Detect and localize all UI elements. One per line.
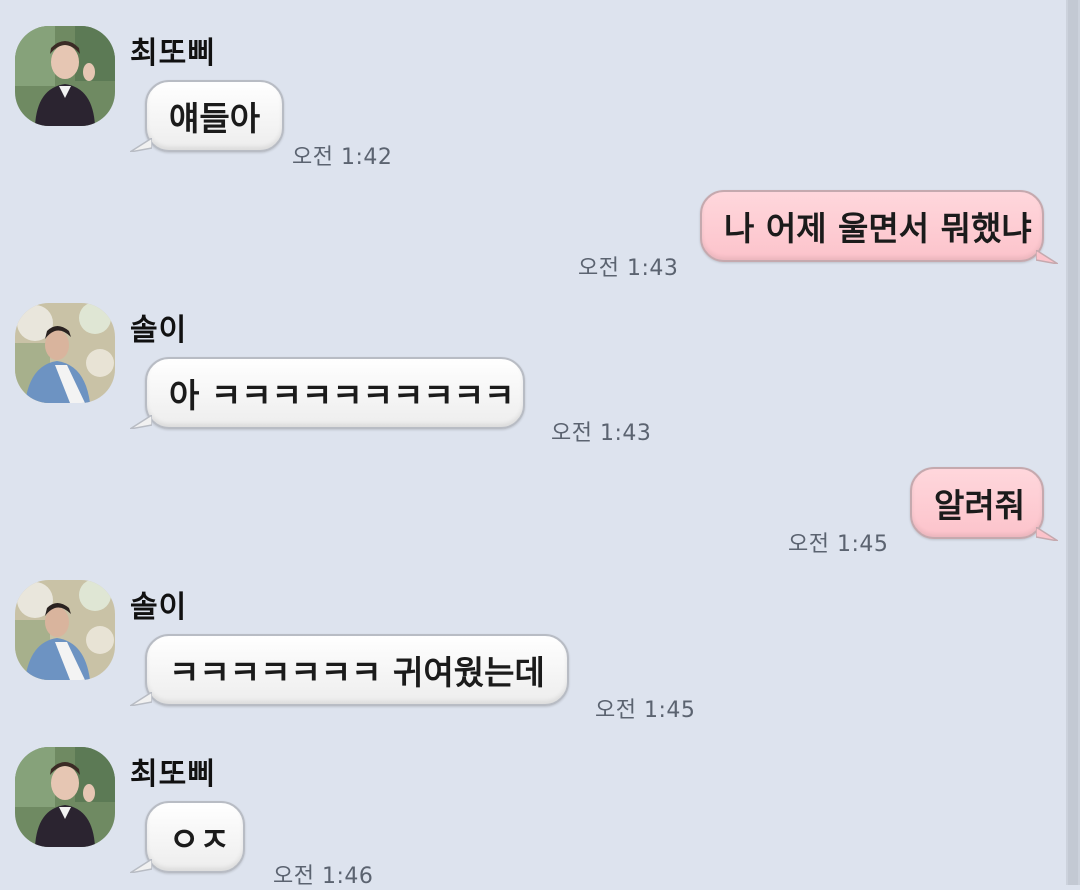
message-bubble[interactable]: 아 ㅋㅋㅋㅋㅋㅋㅋㅋㅋㅋ [145,357,525,429]
bubble-tail-icon [1036,527,1058,541]
message-bubble[interactable]: 알려줘 [910,467,1044,539]
scrollbar-thumb[interactable] [1068,0,1078,885]
sender-name: 최또삐 [130,757,216,792]
message-timestamp: 오전 1:42 [292,145,393,170]
bubble-tail-icon [1036,250,1058,264]
message-bubble[interactable]: ㅋㅋㅋㅋㅋㅋㅋ 귀여웠는데 [145,634,569,706]
avatar[interactable] [15,580,115,680]
bubble-tail-icon [130,859,152,873]
sender-name: 솔이 [130,313,188,348]
bubble-tail-icon [130,138,152,152]
sender-name: 최또삐 [130,36,216,71]
message-bubble[interactable]: 나 어제 울면서 뭐했냐 [700,190,1044,262]
sender-name: 솔이 [130,590,188,625]
message-bubble[interactable]: 얘들아 [145,80,285,152]
bubble-tail-icon [130,415,152,429]
message-bubble[interactable]: ㅇㅈ [145,801,245,873]
scrollbar[interactable] [1066,0,1080,885]
avatar[interactable] [15,26,115,126]
message-timestamp: 오전 1:43 [551,421,652,446]
message-timestamp: 오전 1:46 [273,864,374,889]
avatar[interactable] [15,747,115,847]
bubble-tail-icon [130,692,152,706]
message-timestamp: 오전 1:45 [595,698,696,723]
message-timestamp: 오전 1:43 [578,256,679,281]
message-timestamp: 오전 1:45 [788,532,889,557]
avatar[interactable] [15,303,115,403]
